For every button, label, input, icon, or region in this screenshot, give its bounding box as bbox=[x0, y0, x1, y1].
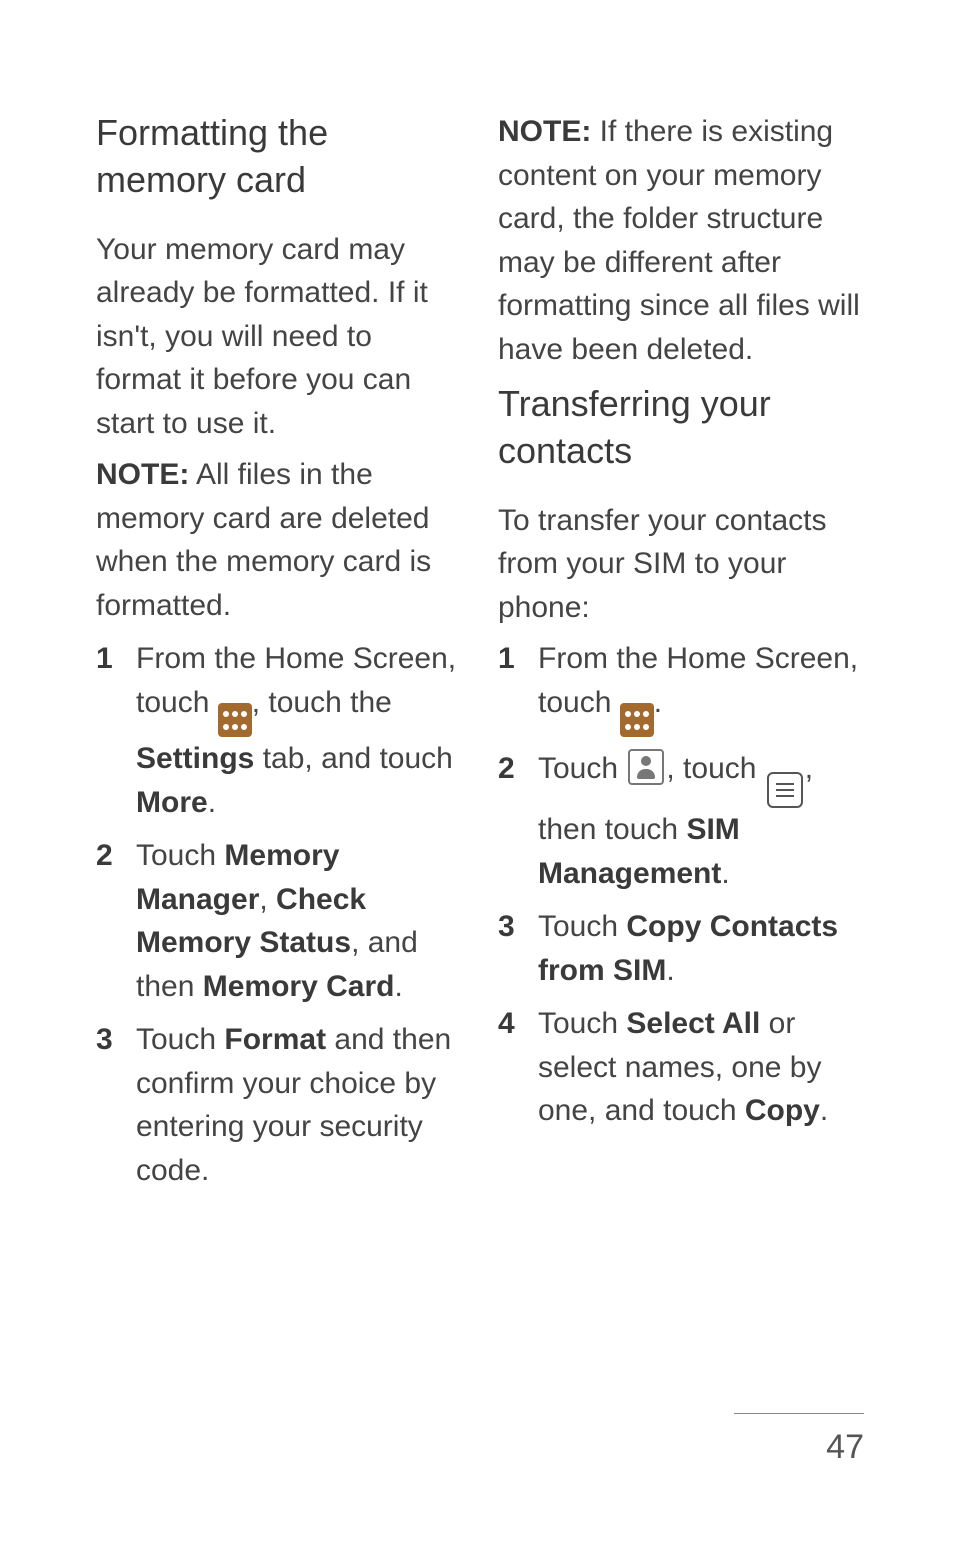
step-4: Touch Select All or select names, one by… bbox=[498, 1002, 864, 1133]
menu-list-icon bbox=[767, 772, 803, 808]
section-heading-transferring: Transferring your contacts bbox=[498, 381, 864, 475]
step-1: From the Home Screen, touch , touch the … bbox=[96, 637, 462, 824]
manual-page: Formatting the memory card Your memory c… bbox=[0, 0, 954, 1557]
page-footer: 47 bbox=[734, 1413, 864, 1467]
section-heading-formatting: Formatting the memory card bbox=[96, 110, 462, 204]
apps-grid-icon bbox=[620, 703, 654, 737]
note-paragraph: NOTE: All files in the memory card are d… bbox=[96, 453, 462, 627]
steps-list-transferring: From the Home Screen, touch . Touch , to… bbox=[498, 637, 864, 1133]
step-2: Touch Memory Manager, Check Memory Statu… bbox=[96, 834, 462, 1008]
note-paragraph-right: NOTE: If there is existing content on yo… bbox=[498, 110, 864, 371]
footer-divider bbox=[734, 1413, 864, 1414]
step-1: From the Home Screen, touch . bbox=[498, 637, 864, 737]
note-label: NOTE: bbox=[96, 458, 189, 491]
page-number: 47 bbox=[734, 1428, 864, 1467]
step-2: Touch , touch , then touch SIM Managemen… bbox=[498, 747, 864, 895]
apps-grid-icon bbox=[218, 703, 252, 737]
two-column-layout: Formatting the memory card Your memory c… bbox=[96, 110, 864, 1350]
step-3: Touch Format and then confirm your choic… bbox=[96, 1018, 462, 1192]
note-label: NOTE: bbox=[498, 115, 591, 148]
format-label: Format bbox=[224, 1023, 326, 1056]
note-body: If there is existing content on your mem… bbox=[498, 115, 860, 366]
contacts-icon bbox=[628, 749, 664, 785]
step-3: Touch Copy Contacts from SIM. bbox=[498, 905, 864, 992]
intro-paragraph-right: To transfer your contacts from your SIM … bbox=[498, 499, 864, 630]
steps-list-formatting: From the Home Screen, touch , touch the … bbox=[96, 637, 462, 1192]
settings-label: Settings bbox=[136, 742, 254, 775]
more-label: More bbox=[136, 786, 208, 819]
memory-card-label: Memory Card bbox=[203, 970, 395, 1003]
intro-paragraph: Your memory card may already be formatte… bbox=[96, 228, 462, 446]
copy-label: Copy bbox=[745, 1094, 820, 1127]
select-all-label: Select All bbox=[626, 1007, 760, 1040]
